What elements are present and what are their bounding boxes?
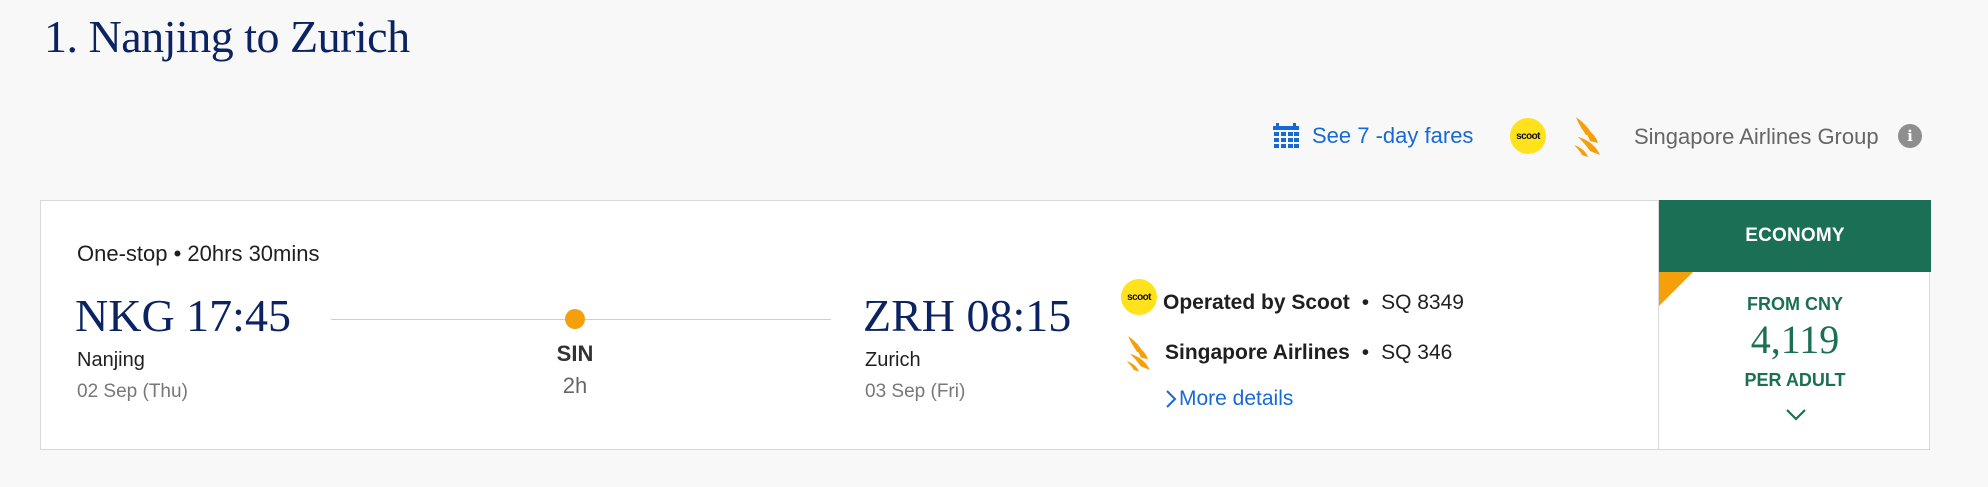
flight-number: SQ 8349 — [1381, 291, 1464, 314]
chevron-right-icon — [1166, 390, 1177, 408]
economy-fare-panel[interactable]: ECONOMY FROM CNY 4,119 PER ADULT — [1658, 200, 1931, 450]
flight-summary: One-stop • 20hrs 30mins — [77, 241, 320, 266]
flight-number: SQ 346 — [1381, 341, 1453, 364]
more-details-label: More details — [1179, 387, 1294, 410]
info-icon-text: i — [1907, 127, 1913, 145]
arrival-city: Zurich — [865, 349, 921, 371]
fare-amount: 4,119 — [1750, 317, 1840, 362]
see-7-day-fares-link[interactable]: See 7 -day fares — [1272, 116, 1473, 156]
operator-row-singapore-airlines: Singapore Airlines • SQ 346 — [1121, 334, 1452, 372]
arrival-code-time: ZRH 08:15 — [863, 290, 1072, 341]
fare-per-label: PER ADULT — [1744, 370, 1846, 390]
see-7-day-fares-label: See 7 -day fares — [1312, 123, 1474, 148]
chevron-down-icon[interactable] — [1785, 408, 1807, 422]
fare-toolbar: See 7 -day fares scoot Singapore Airline… — [0, 116, 1988, 157]
separator-dot: • — [1361, 341, 1370, 364]
departure-date: 02 Sep (Thu) — [77, 381, 188, 402]
page-title: 1. Nanjing to Zurich — [44, 11, 410, 62]
stopover-dot — [565, 309, 585, 329]
scoot-logo: scoot — [1510, 118, 1546, 154]
singapore-airlines-logo — [1574, 117, 1600, 157]
operator-name: Singapore Airlines — [1165, 341, 1350, 364]
departure-city: Nanjing — [77, 349, 145, 371]
departure-code-time: NKG 17:45 — [75, 290, 291, 341]
calendar-icon — [1273, 123, 1299, 148]
fare-from-label: FROM CNY — [1747, 294, 1843, 314]
stopover-code: SIN — [556, 341, 594, 366]
arrival-date: 03 Sep (Fri) — [865, 381, 966, 402]
stopover-duration: 2h — [562, 373, 588, 398]
more-details-link[interactable]: More details — [1165, 387, 1293, 411]
separator-dot: • — [1361, 291, 1370, 314]
scoot-logo-text: scoot — [1127, 291, 1151, 303]
info-icon[interactable]: i — [1898, 124, 1922, 148]
flight-card: One-stop • 20hrs 30mins NKG 17:45 Nanjin… — [40, 200, 1931, 450]
airline-group-label: Singapore Airlines Group — [1634, 124, 1879, 149]
singapore-airlines-logo — [1126, 336, 1150, 372]
operator-row-scoot: scoot Operated by Scoot • SQ 8349 — [1121, 279, 1464, 315]
cabin-class-header: ECONOMY — [1659, 200, 1931, 272]
operator-name: Operated by Scoot — [1163, 291, 1350, 314]
scoot-logo-text: scoot — [1516, 130, 1540, 142]
scoot-logo: scoot — [1121, 279, 1157, 315]
